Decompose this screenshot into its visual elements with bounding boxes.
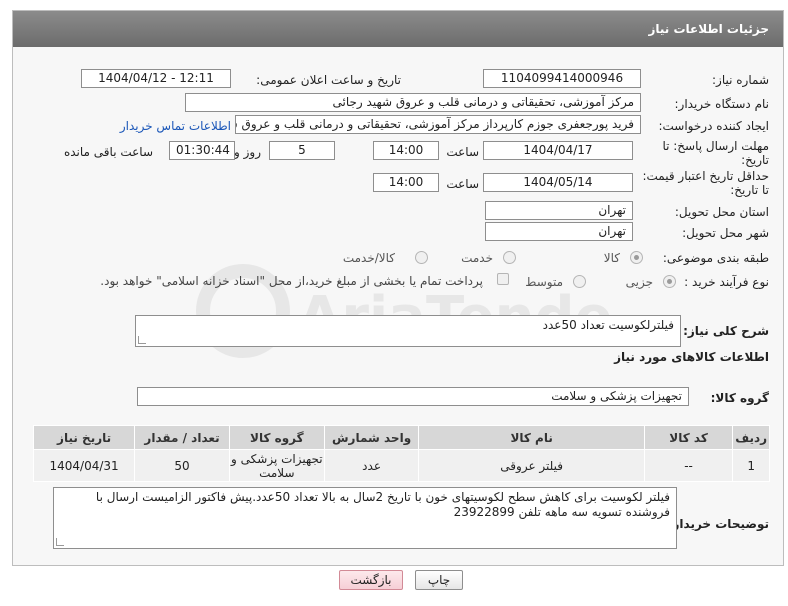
category-option-service: خدمت xyxy=(461,251,493,265)
panel-title: جزئیات اطلاعات نیاز xyxy=(13,11,783,47)
col-header-code: کد کالا xyxy=(643,425,734,450)
announce-datetime-label: تاریخ و ساعت اعلان عمومی: xyxy=(256,73,401,87)
summary-label: شرح کلی نیاز: xyxy=(683,324,769,338)
process-type-label: نوع فرآیند خرید : xyxy=(684,275,769,289)
category-option-both: کالا/خدمت xyxy=(342,251,395,265)
price-validity-date-field: 1404/05/14 xyxy=(483,173,633,192)
category-label: طبقه بندی موضوعی: xyxy=(662,251,769,265)
announce-datetime-field: 1404/04/12 - 12:11 xyxy=(81,69,231,88)
buyer-org-field: مرکز آموزشی، تحقیقاتی و درمانی قلب و عرو… xyxy=(185,93,641,112)
resize-grip-icon[interactable] xyxy=(138,336,146,344)
process-option-medium: متوسط xyxy=(525,275,563,289)
reply-days-label: روز و xyxy=(234,145,261,159)
requester-label: ایجاد کننده درخواست: xyxy=(658,119,769,133)
goods-group-field: تجهیزات پزشکی و سلامت xyxy=(137,387,689,406)
category-radio-service[interactable] xyxy=(503,251,516,264)
delivery-province-label: استان محل تحویل: xyxy=(674,205,769,219)
treasury-payment-note: پرداخت تمام یا بخشی از مبلغ خرید،از محل … xyxy=(100,274,483,288)
table-header-row: ردیف کد کالا نام کالا واحد شمارش گروه کا… xyxy=(32,425,770,450)
table-row: 1 -- فیلتر عروقی عدد تجهیزات پزشکی و سلا… xyxy=(32,449,770,482)
summary-textarea[interactable]: فیلترلکوسیت تعداد 50عدد xyxy=(135,315,681,347)
col-header-row: ردیف xyxy=(732,425,770,450)
need-number-label: شماره نیاز: xyxy=(712,73,769,87)
goods-section-title: اطلاعات کالاهای مورد نیاز xyxy=(614,350,769,364)
category-radio-goods[interactable] xyxy=(630,251,643,264)
cell-name: فیلتر عروقی xyxy=(418,449,645,482)
reply-deadline-date-field: 1404/04/17 xyxy=(483,141,633,160)
cell-code: -- xyxy=(643,449,734,482)
print-button[interactable]: چاپ xyxy=(415,570,463,590)
process-radio-medium[interactable] xyxy=(573,275,586,288)
goods-table: ردیف کد کالا نام کالا واحد شمارش گروه کا… xyxy=(32,425,770,482)
need-details-panel: جزئیات اطلاعات نیاز AriaTender.net شماره… xyxy=(12,10,784,566)
buyer-org-label: نام دستگاه خریدار: xyxy=(674,97,770,111)
delivery-province-field: تهران xyxy=(485,201,633,220)
summary-text: فیلترلکوسیت تعداد 50عدد xyxy=(542,318,674,332)
col-header-group: گروه کالا xyxy=(228,425,325,450)
reply-deadline-time-field: 14:00 xyxy=(373,141,439,160)
delivery-city-field: تهران xyxy=(485,222,633,241)
price-validity-label-1: حداقل تاریخ اعتبار قیمت: xyxy=(642,169,769,183)
col-header-qty: تعداد / مقدار xyxy=(134,425,230,450)
price-validity-label-2: تا تاریخ: xyxy=(730,183,769,197)
category-radio-both[interactable] xyxy=(415,251,428,264)
cell-unit: عدد xyxy=(323,449,420,482)
buyer-notes-text: فیلتر لکوسیت برای کاهش سطح لکوسیتهای خون… xyxy=(95,490,670,519)
requester-field: فرید پورجعفری جوزم کارپرداز مرکز آموزشی،… xyxy=(235,115,641,134)
remaining-time-field: 01:30:44 xyxy=(169,141,235,160)
delivery-city-label: شهر محل تحویل: xyxy=(682,226,769,240)
col-header-date: تاریخ نیاز xyxy=(32,425,136,450)
price-validity-time-field: 14:00 xyxy=(373,173,439,192)
category-option-goods: کالا xyxy=(603,251,620,265)
resize-grip-icon[interactable] xyxy=(56,538,64,546)
need-number-field: 1104099414000946 xyxy=(483,69,641,88)
buyer-contact-link[interactable]: اطلاعات تماس خریدار xyxy=(120,119,231,133)
buyer-notes-label: توضیحات خریدار: xyxy=(667,517,769,531)
reply-deadline-time-label: ساعت xyxy=(446,145,479,159)
treasury-payment-checkbox[interactable] xyxy=(497,273,509,285)
back-button[interactable]: بازگشت xyxy=(339,570,403,590)
cell-date: 1404/04/31 xyxy=(32,449,136,482)
reply-deadline-label-1: مهلت ارسال پاسخ: تا xyxy=(662,139,769,153)
reply-days-field: 5 xyxy=(269,141,335,160)
col-header-unit: واحد شمارش xyxy=(323,425,420,450)
price-validity-time-label: ساعت xyxy=(446,177,479,191)
cell-qty: 50 xyxy=(134,449,230,482)
col-header-name: نام کالا xyxy=(418,425,645,450)
remaining-time-label: ساعت باقی مانده xyxy=(63,145,153,159)
goods-group-label: گروه کالا: xyxy=(710,391,769,405)
cell-group: تجهیزات پزشکی و سلامت xyxy=(228,449,325,482)
cell-row: 1 xyxy=(732,449,770,482)
reply-deadline-label-2: تاریخ: xyxy=(741,153,769,167)
process-option-minor: جزیی xyxy=(625,275,653,289)
process-radio-minor[interactable] xyxy=(663,275,676,288)
buyer-notes-textarea[interactable]: فیلتر لکوسیت برای کاهش سطح لکوسیتهای خون… xyxy=(53,487,677,549)
